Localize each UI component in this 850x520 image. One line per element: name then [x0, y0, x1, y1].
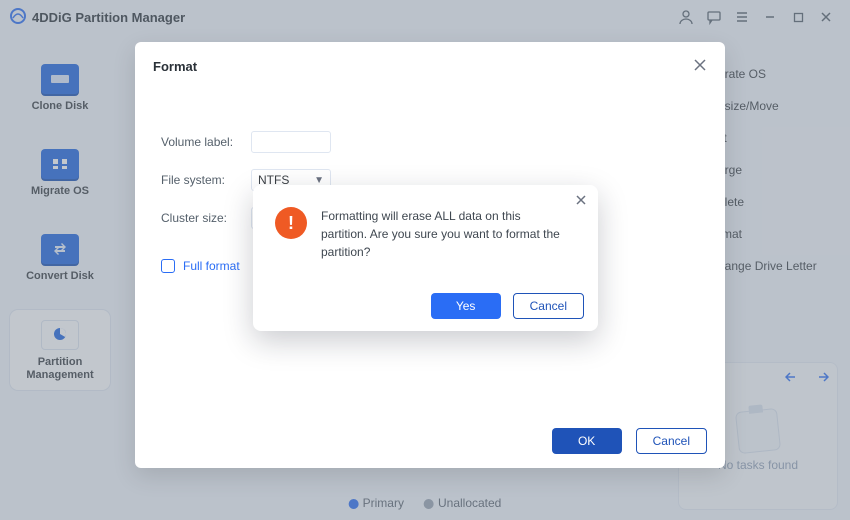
- confirm-dialog: ! Formatting will erase ALL data on this…: [253, 185, 598, 331]
- confirm-cancel-button[interactable]: Cancel: [513, 293, 584, 319]
- format-dialog-close-button[interactable]: [693, 56, 707, 77]
- volume-label-label: Volume label:: [161, 135, 241, 149]
- format-dialog-title: Format: [153, 59, 197, 74]
- cluster-size-label: Cluster size:: [161, 211, 241, 225]
- file-system-label: File system:: [161, 173, 241, 187]
- confirm-message: Formatting will erase ALL data on this p…: [321, 207, 568, 261]
- format-ok-button[interactable]: OK: [552, 428, 622, 454]
- confirm-yes-button[interactable]: Yes: [431, 293, 501, 319]
- warning-icon: !: [275, 207, 307, 239]
- full-format-label: Full format: [183, 259, 240, 273]
- full-format-checkbox[interactable]: [161, 259, 175, 273]
- format-cancel-button[interactable]: Cancel: [636, 428, 707, 454]
- volume-label-input[interactable]: [251, 131, 331, 153]
- chevron-down-icon: ▼: [314, 175, 324, 186]
- confirm-close-button[interactable]: [572, 191, 590, 209]
